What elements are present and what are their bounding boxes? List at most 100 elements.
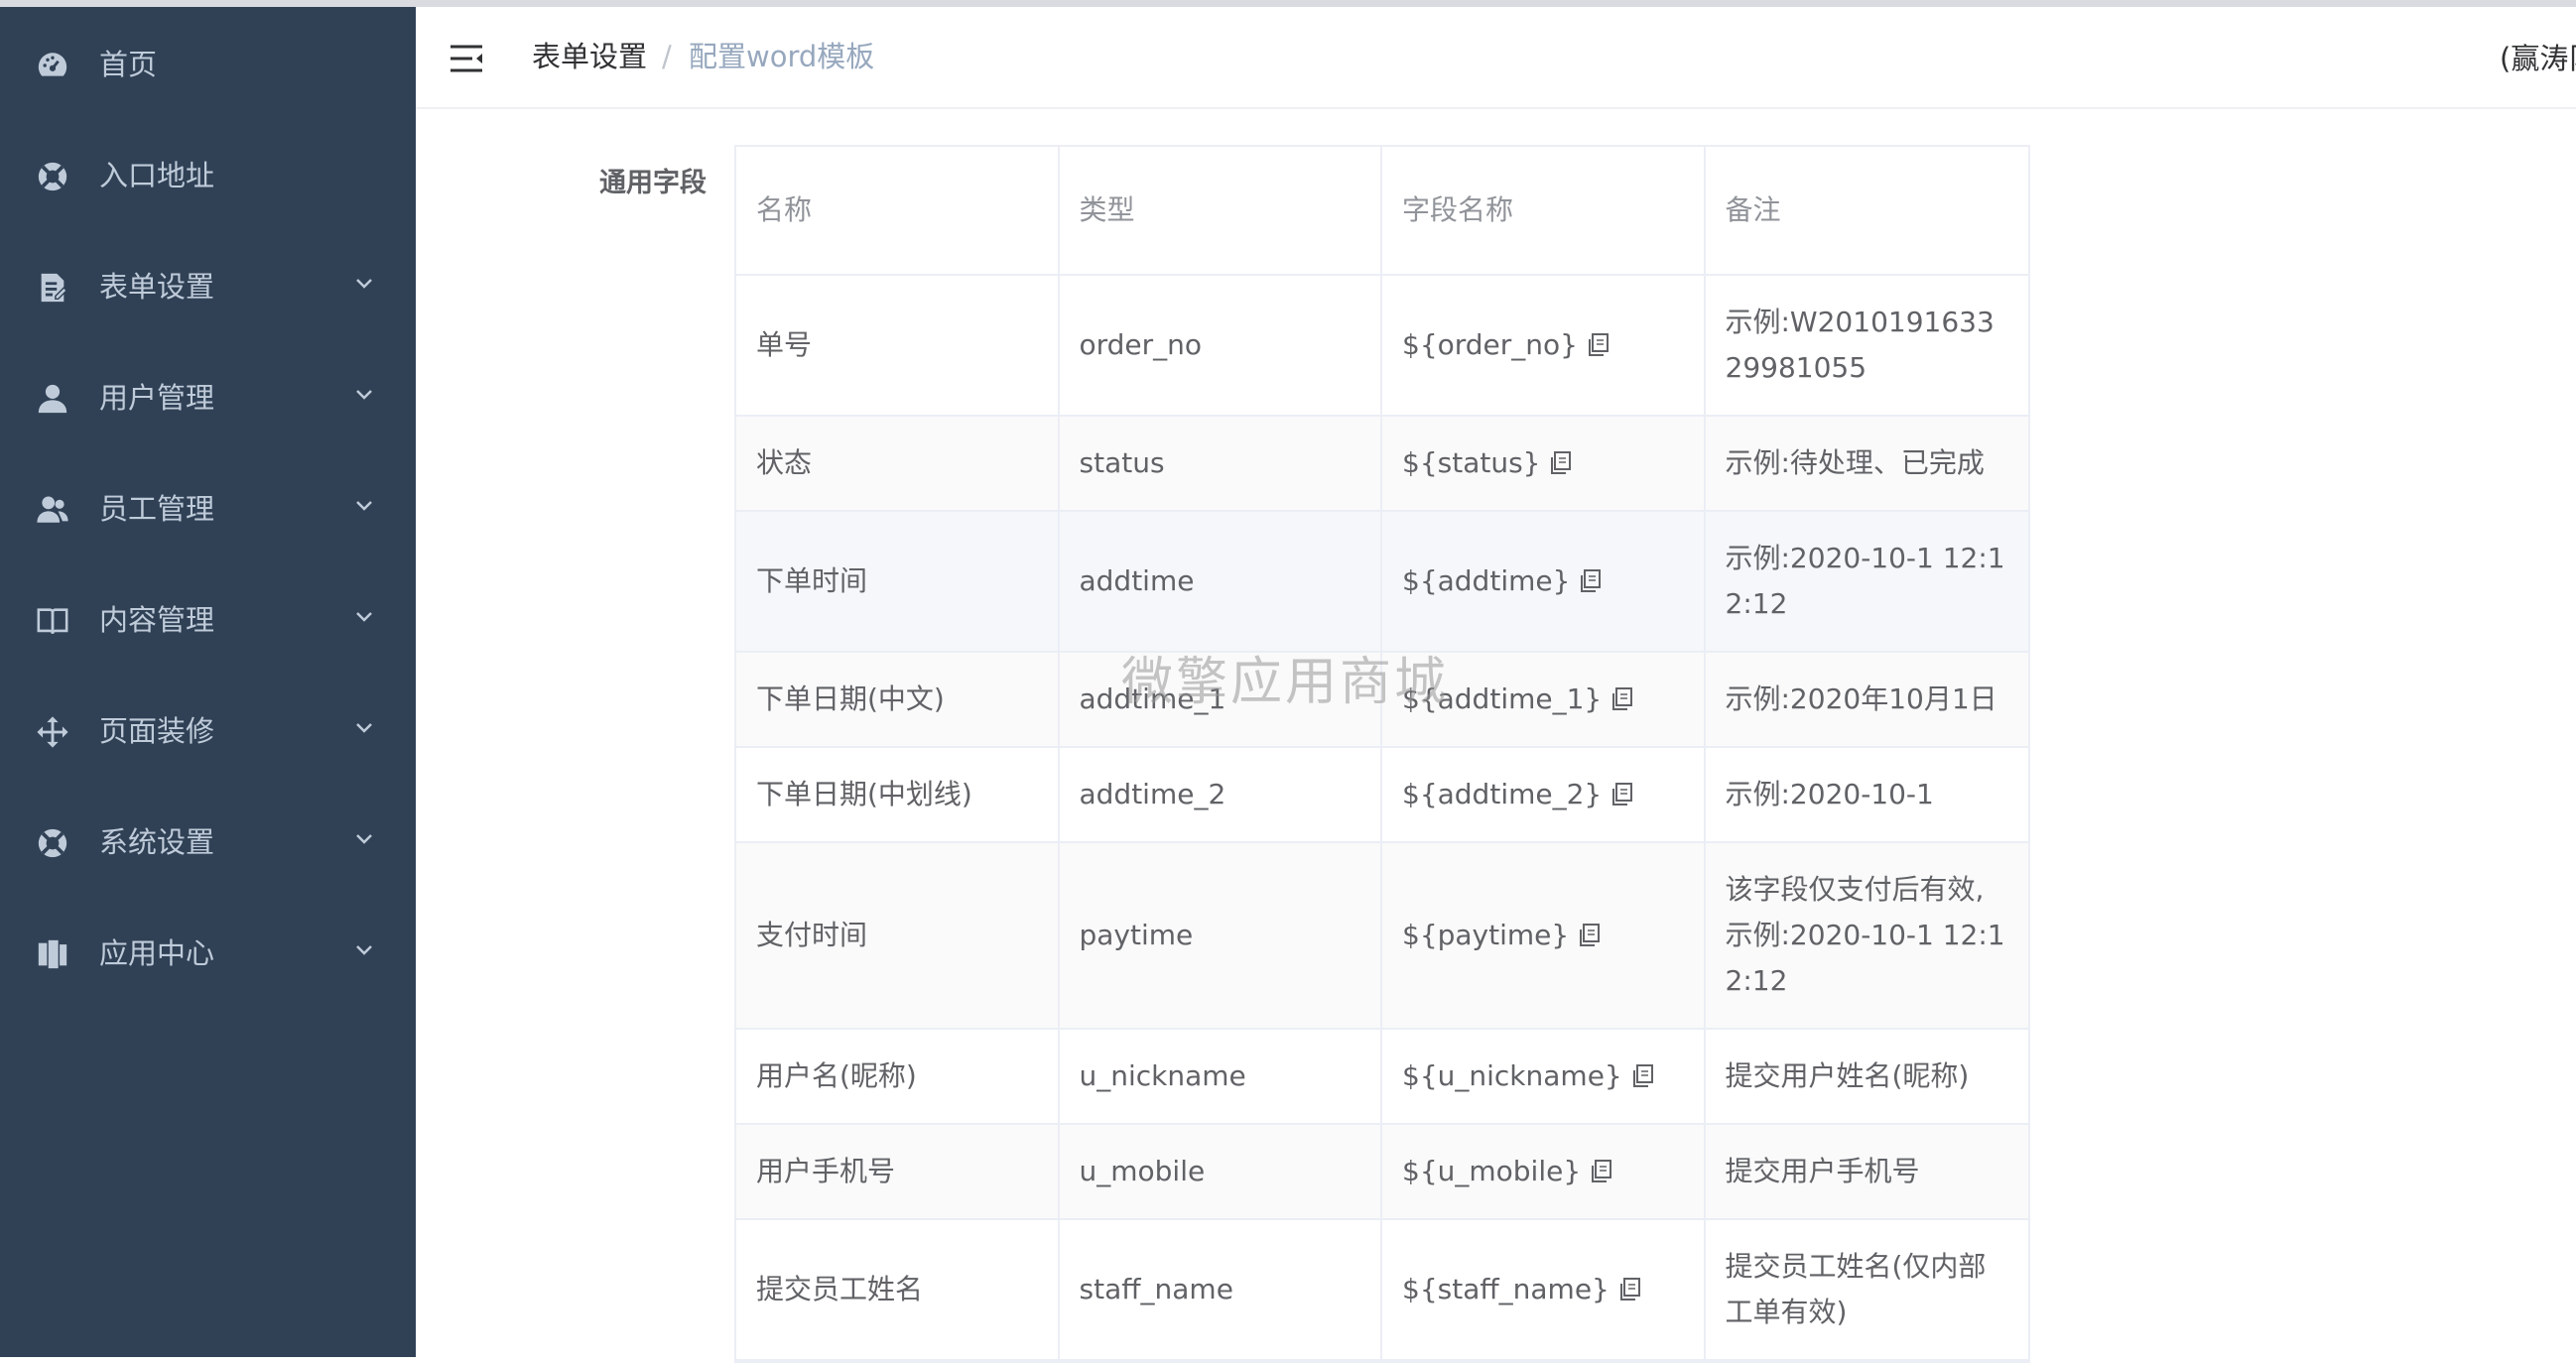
user-name[interactable]: (赢涛阝 — [2500, 39, 2576, 78]
lifebuoy-icon — [36, 826, 69, 860]
top-header: 表单设置 / 配置word模板 (赢涛阝 — [416, 7, 2576, 109]
table-row: 支付时间 paytime ${paytime} 该字段仅支付后有效, 示例:20… — [736, 843, 2028, 1030]
sidebar-item-label: 页面装修 — [99, 714, 215, 748]
copy-icon[interactable] — [1632, 1064, 1654, 1088]
cell-name: 下单日期(中划线) — [736, 748, 1060, 841]
cell-field: ${addtime_1} — [1382, 653, 1706, 746]
cell-type: order_no — [1060, 276, 1382, 415]
move-icon — [36, 715, 69, 749]
chevron-down-icon — [352, 604, 376, 628]
table-row: 用户手机号 u_mobile ${u_mobile} 提交用户手机号 — [736, 1125, 2028, 1220]
sidebar-item-system-settings[interactable]: 系统设置 — [0, 793, 416, 892]
breadcrumb-current: 配置word模板 — [689, 40, 875, 73]
cell-field: ${addtime_2} — [1382, 748, 1706, 841]
section-label: 通用字段 — [599, 168, 707, 198]
cell-type: paytime — [1060, 843, 1382, 1028]
cell-type: u_nickname — [1060, 1030, 1382, 1123]
copy-icon[interactable] — [1588, 333, 1610, 357]
cell-name: 下单时间 — [736, 512, 1060, 651]
table-row: 下单时间 addtime ${addtime} 示例:2020-10-1 12:… — [736, 512, 2028, 653]
sidebar-item-label: 系统设置 — [99, 825, 215, 859]
sidebar-item-form-settings[interactable]: 表单设置 — [0, 237, 416, 336]
field-text: ${order_no} — [1402, 328, 1578, 361]
cell-type: addtime — [1060, 512, 1382, 651]
copy-icon[interactable] — [1619, 1278, 1641, 1301]
cell-note: 提交员工姓名(仅内部工单有效) — [1725, 1250, 1987, 1328]
fields-table: 名称 类型 字段名称 备注 单号 order_no ${order_no} 示例… — [734, 145, 2030, 1363]
cell-field: ${u_nickname} — [1382, 1030, 1706, 1123]
sidebar-item-content-management[interactable]: 内容管理 — [0, 570, 416, 670]
copy-icon[interactable] — [1611, 783, 1633, 806]
chevron-down-icon — [352, 493, 376, 517]
cell-type: addtime_2 — [1060, 748, 1382, 841]
cell-name: 单号 — [736, 276, 1060, 415]
cell-field: ${status} — [1382, 417, 1706, 510]
column-header: 名称 — [736, 147, 1060, 274]
top-border — [0, 0, 2576, 7]
cell-note: 示例:W201019163329981055 — [1725, 306, 1995, 384]
cell-note: 该字段仅支付后有效, 示例:2020-10-1 12:12:12 — [1725, 873, 2005, 997]
cell-name: 用户名(昵称) — [736, 1030, 1060, 1123]
cell-note: 示例:2020年10月1日 — [1725, 682, 1997, 715]
app-icon — [36, 937, 69, 971]
sidebar-item-home[interactable]: 首页 — [0, 15, 416, 114]
breadcrumb-separator: / — [662, 40, 672, 73]
cell-type: status — [1060, 417, 1382, 510]
copy-icon[interactable] — [1550, 451, 1572, 475]
cell-field: ${paytime} — [1382, 843, 1706, 1028]
field-text: ${u_mobile} — [1402, 1155, 1582, 1187]
book-icon — [36, 604, 69, 638]
cell-note: 示例:2020-10-1 — [1725, 778, 1934, 810]
cell-field: ${u_mobile} — [1382, 1125, 1706, 1218]
sidebar: 首页 入口地址 表单设置 用户管理 员工管理 内容管理 页面装修 系统设置 应用… — [0, 7, 416, 1357]
cell-name: 状态 — [736, 417, 1060, 510]
table-row: 下单日期(中划线) addtime_2 ${addtime_2} 示例:2020… — [736, 748, 2028, 843]
cell-type: staff_name — [1060, 1220, 1382, 1359]
form-icon — [36, 271, 69, 305]
copy-icon[interactable] — [1591, 1160, 1612, 1183]
sidebar-item-label: 首页 — [99, 48, 158, 81]
sidebar-item-user-management[interactable]: 用户管理 — [0, 348, 416, 447]
field-text: ${addtime_1} — [1402, 682, 1603, 715]
sidebar-item-entry[interactable]: 入口地址 — [0, 126, 416, 225]
cell-name: 下单日期(中文) — [736, 653, 1060, 746]
chevron-down-icon — [352, 271, 376, 295]
sidebar-item-staff-management[interactable]: 员工管理 — [0, 459, 416, 558]
sidebar-item-label: 表单设置 — [99, 270, 215, 304]
cell-note: 提交用户姓名(昵称) — [1725, 1059, 1970, 1092]
cell-field: ${addtime} — [1382, 512, 1706, 651]
field-text: ${addtime} — [1402, 564, 1571, 597]
cell-note: 提交用户手机号 — [1725, 1155, 1920, 1187]
breadcrumb-form-settings[interactable]: 表单设置 — [532, 37, 647, 76]
table-row: 提交员工姓名 staff_name ${staff_name} 提交员工姓名(仅… — [736, 1220, 2028, 1361]
chevron-down-icon — [352, 937, 376, 961]
field-text: ${paytime} — [1402, 919, 1570, 951]
copy-icon[interactable] — [1580, 569, 1602, 593]
sidebar-item-label: 用户管理 — [99, 381, 215, 415]
sidebar-item-label: 内容管理 — [99, 603, 215, 637]
chevron-down-icon — [352, 715, 376, 739]
cell-name: 提交员工姓名 — [736, 1220, 1060, 1359]
sidebar-item-page-decoration[interactable]: 页面装修 — [0, 682, 416, 781]
field-text: ${addtime_2} — [1402, 778, 1603, 810]
menu-toggle-icon[interactable] — [449, 43, 484, 74]
table-header: 名称 类型 字段名称 备注 — [736, 147, 2028, 276]
chevron-down-icon — [352, 382, 376, 406]
users-icon — [36, 493, 69, 527]
table-row: 用户名(昵称) u_nickname ${u_nickname} 提交用户姓名(… — [736, 1030, 2028, 1125]
sidebar-item-label: 应用中心 — [99, 936, 215, 970]
field-text: ${status} — [1402, 446, 1541, 479]
cell-name: 支付时间 — [736, 843, 1060, 1028]
cell-note: 示例:待处理、已完成 — [1725, 446, 1985, 479]
cell-field: ${staff_name} — [1382, 1220, 1706, 1359]
field-text: ${u_nickname} — [1402, 1059, 1622, 1092]
copy-icon[interactable] — [1611, 687, 1633, 711]
cell-name: 用户手机号 — [736, 1125, 1060, 1218]
column-header: 类型 — [1060, 147, 1382, 274]
sidebar-item-label: 入口地址 — [99, 159, 215, 192]
copy-icon[interactable] — [1579, 924, 1601, 947]
column-header: 字段名称 — [1382, 147, 1706, 274]
sidebar-item-label: 员工管理 — [99, 492, 215, 526]
sidebar-item-app-center[interactable]: 应用中心 — [0, 904, 416, 1003]
lifebuoy-icon — [36, 160, 69, 193]
